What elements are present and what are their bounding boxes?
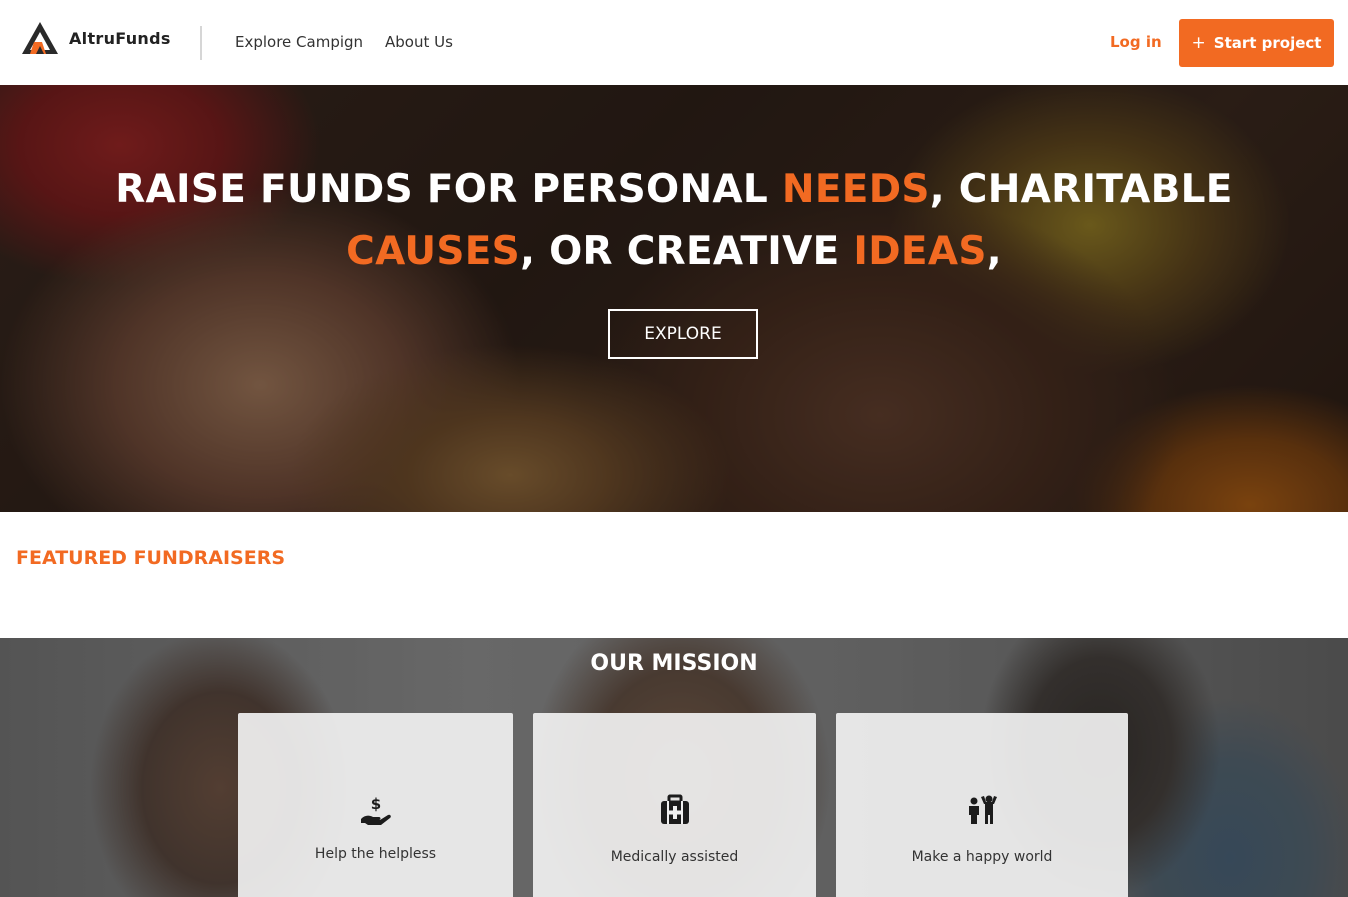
hero-text: , OR CREATIVE	[520, 229, 854, 274]
mission-title: OUR MISSION	[590, 651, 758, 676]
mission-section: OUR MISSION $ Help the helpless Medicall…	[0, 638, 1348, 897]
mission-card-label: Make a happy world	[911, 849, 1053, 865]
hero-highlight-needs: NEEDS	[781, 167, 930, 212]
donation-hand-icon: $	[360, 795, 391, 825]
start-project-label: Start project	[1213, 34, 1322, 52]
plus-icon: +	[1191, 33, 1206, 53]
svg-text:$: $	[370, 795, 380, 813]
mission-card-happy[interactable]: Make a happy world	[836, 713, 1128, 897]
nav-explore-campaign[interactable]: Explore Campign	[235, 33, 363, 51]
hero-text: RAISE FUNDS FOR PERSONAL	[115, 167, 782, 212]
header-divider	[200, 26, 202, 60]
hero-highlight-ideas: IDEAS	[853, 229, 987, 274]
nav-about-us[interactable]: About Us	[385, 33, 453, 51]
start-project-button[interactable]: + Start project	[1179, 19, 1334, 67]
medical-kit-icon	[660, 794, 689, 824]
hero-text: ,	[986, 229, 1002, 274]
hero-text: , CHARITABLE	[929, 167, 1233, 212]
mission-card-help[interactable]: $ Help the helpless	[238, 713, 513, 897]
hero-banner: RAISE FUNDS FOR PERSONAL NEEDS, CHARITAB…	[0, 85, 1348, 512]
brand-name: AltruFunds	[69, 28, 171, 48]
featured-fundraisers-heading: FEATURED FUNDRAISERS	[16, 547, 286, 569]
people-cheering-icon	[969, 795, 997, 824]
login-link[interactable]: Log in	[1110, 33, 1162, 51]
mission-card-label: Medically assisted	[610, 849, 739, 865]
top-navbar: AltruFunds Explore Campign About Us Log …	[0, 0, 1348, 85]
hero-title: RAISE FUNDS FOR PERSONAL NEEDS, CHARITAB…	[0, 159, 1348, 283]
altrufunds-logo-icon	[22, 22, 58, 54]
explore-button[interactable]: EXPLORE	[608, 309, 758, 359]
hero-highlight-causes: CAUSES	[346, 229, 521, 274]
brand-logo[interactable]: AltruFunds	[20, 20, 171, 56]
mission-card-label: Help the helpless	[314, 846, 437, 862]
mission-card-medical[interactable]: Medically assisted	[533, 713, 816, 897]
